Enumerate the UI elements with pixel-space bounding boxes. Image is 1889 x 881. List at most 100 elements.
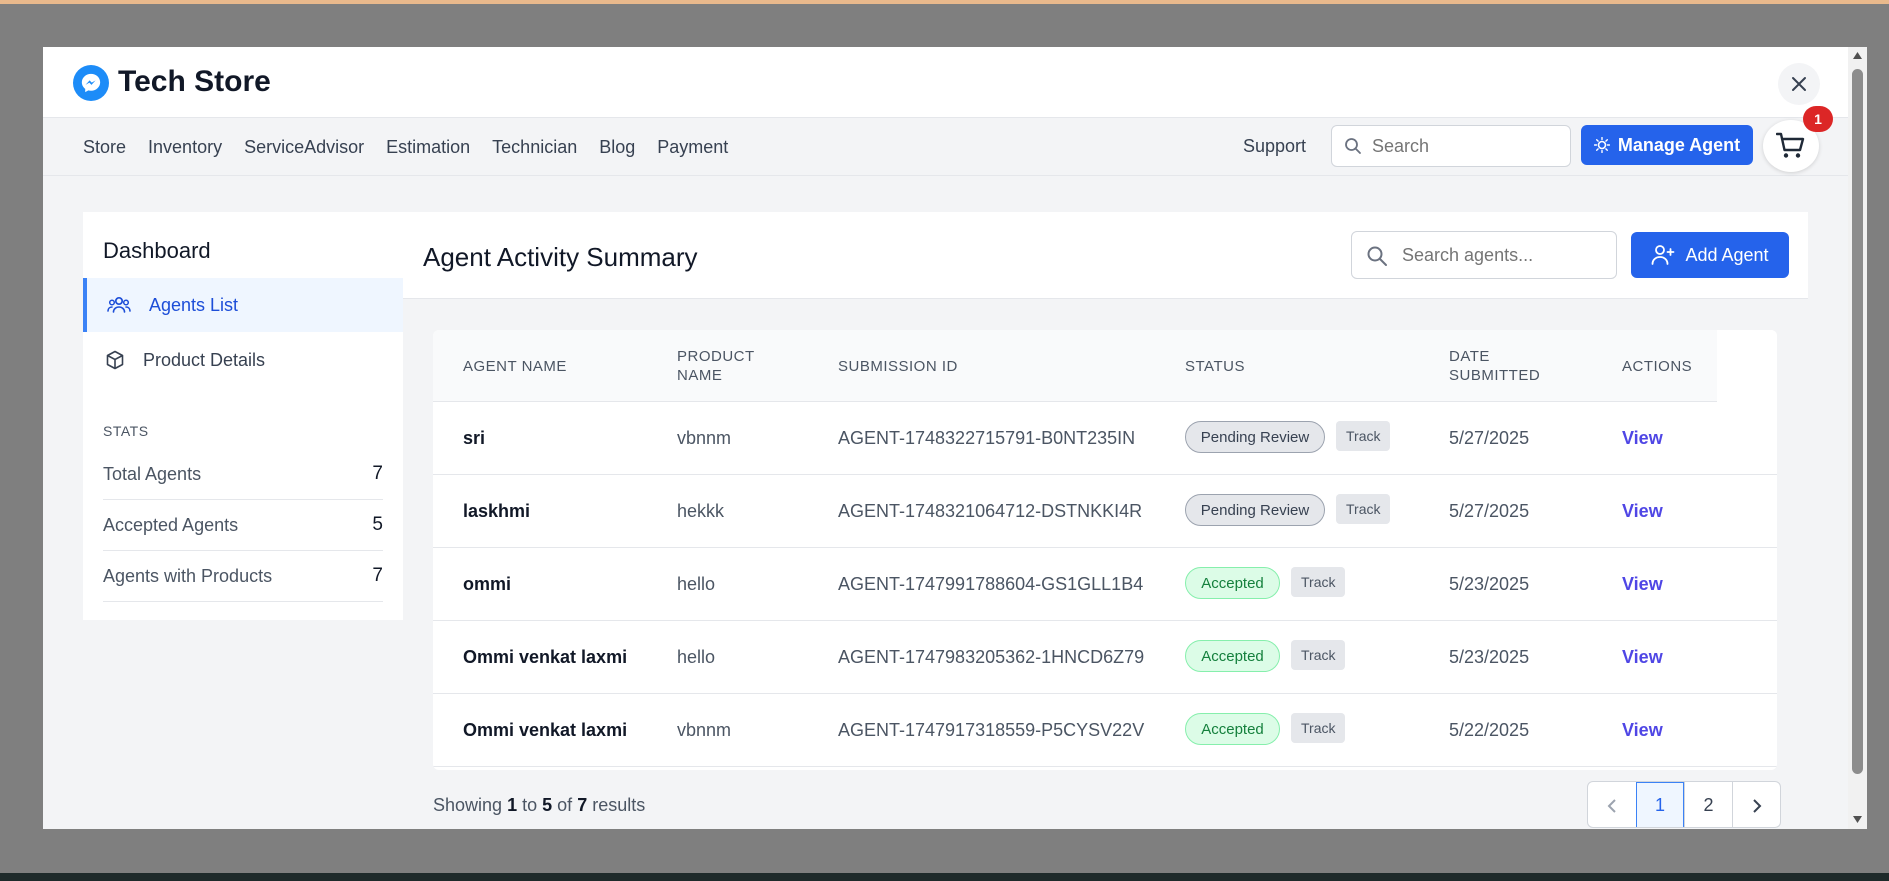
col-submission-id: SUBMISSION ID	[838, 358, 958, 375]
agent-name-cell: ommi	[463, 574, 512, 594]
date-submitted-cell: 5/27/2025	[1449, 501, 1530, 521]
agents-table: AGENT NAME PRODUCT NAME SUBMISSION ID STA…	[433, 330, 1777, 770]
date-submitted-cell: 5/22/2025	[1449, 720, 1530, 740]
submission-id-cell: AGENT-1747983205362-1HNCD6Z79	[838, 647, 1145, 667]
agent-name-cell: Ommi venkat laxmi	[463, 647, 628, 667]
scroll-down-icon	[1853, 816, 1862, 823]
stat-label: Agents with Products	[103, 565, 273, 586]
col-actions: ACTIONS	[1622, 358, 1693, 375]
nav-links: Store Inventory ServiceAdvisor Estimatio…	[83, 119, 728, 176]
track-button[interactable]: Track	[1291, 640, 1346, 670]
col-status: STATUS	[1185, 358, 1245, 375]
track-button[interactable]: Track	[1336, 494, 1391, 524]
sidebar: Dashboard Agents List Product Details ST…	[83, 212, 403, 620]
agent-name-cell: laskhmi	[463, 501, 531, 521]
messenger-logo-icon	[73, 65, 109, 101]
nav-link-support[interactable]: Support	[1243, 136, 1306, 157]
date-submitted-cell: 5/27/2025	[1449, 428, 1530, 448]
view-link[interactable]: View	[1622, 720, 1663, 741]
pagination: 1 2	[1587, 781, 1781, 828]
submission-id-cell: AGENT-1747991788604-GS1GLL1B4	[838, 574, 1144, 594]
stat-value: 5	[372, 514, 383, 535]
track-button[interactable]: Track	[1291, 713, 1346, 743]
main-header: Agent Activity Summary Add Agent	[403, 212, 1808, 299]
status-badge: Pending Review	[1185, 421, 1325, 453]
manage-agent-label: Manage Agent	[1617, 134, 1741, 155]
stat-value: 7	[372, 463, 383, 484]
nav-link-blog[interactable]: Blog	[599, 137, 635, 158]
table-row: laskhmi hekkk AGENT-1748321064712-DSTNKKI4…	[433, 475, 1777, 548]
nav-link-estimation[interactable]: Estimation	[386, 137, 470, 158]
stat-total-agents: Total Agents 7	[103, 449, 383, 500]
date-submitted-cell: 5/23/2025	[1449, 647, 1530, 667]
stats-heading: STATS	[103, 423, 149, 439]
modal-header: Tech Store	[43, 47, 1848, 118]
status-badge: Accepted	[1185, 713, 1280, 745]
chevron-left-icon	[1607, 798, 1616, 813]
store-modal: Tech Store Store Inventory ServiceAdviso…	[43, 47, 1867, 829]
next-page-button[interactable]	[1732, 782, 1780, 827]
stat-label: Total Agents	[103, 463, 202, 484]
modal-scrollbar[interactable]	[1848, 47, 1867, 829]
stat-label: Accepted Agents	[103, 514, 239, 535]
stat-accepted-agents: Accepted Agents 5	[103, 500, 383, 551]
page-button-2[interactable]: 2	[1684, 782, 1732, 827]
cart-icon	[1776, 132, 1805, 158]
users-icon	[107, 295, 131, 315]
table-row: Ommi venkat laxmi hello AGENT-174798320536…	[433, 621, 1777, 694]
nav-link-payment[interactable]: Payment	[657, 137, 728, 158]
status-badge: Pending Review	[1185, 494, 1325, 526]
app-title: Tech Store	[118, 65, 271, 98]
manage-agent-button[interactable]: Manage Agent	[1581, 125, 1753, 165]
agent-search-box[interactable]	[1351, 231, 1617, 279]
sidebar-item-agents-list[interactable]: Agents List	[83, 278, 403, 332]
sun-icon	[1593, 137, 1610, 153]
col-product-name: PRODUCT NAME	[677, 348, 755, 384]
submission-id-cell: AGENT-1748321064712-DSTNKKI4R	[838, 501, 1143, 521]
status-badge: Accepted	[1185, 567, 1280, 599]
product-name-cell: hello	[677, 574, 716, 594]
col-date-submitted: DATE SUBMITTED	[1449, 348, 1541, 384]
submission-id-cell: AGENT-1747917318559-P5CYSV22V	[838, 720, 1145, 740]
taskbar-strip	[0, 873, 1889, 881]
page-title: Agent Activity Summary	[423, 242, 698, 272]
view-link[interactable]: View	[1622, 574, 1663, 595]
stat-agents-with-products: Agents with Products 7	[103, 551, 383, 602]
agent-search-input[interactable]	[1402, 245, 1602, 266]
date-submitted-cell: 5/23/2025	[1449, 574, 1530, 594]
view-link[interactable]: View	[1622, 501, 1663, 522]
chevron-right-icon	[1752, 798, 1761, 813]
table-header: AGENT NAME PRODUCT NAME SUBMISSION ID STA…	[433, 330, 1777, 402]
nav-link-serviceadvisor[interactable]: ServiceAdvisor	[244, 137, 364, 158]
nav-search-input[interactable]	[1372, 136, 1562, 157]
results-summary: Showing 1 to 5 of 7 results	[433, 795, 646, 815]
close-button[interactable]	[1778, 63, 1820, 105]
sidebar-item-label: Agents List	[149, 294, 239, 315]
agent-name-cell: sri	[463, 428, 486, 448]
status-badge: Accepted	[1185, 640, 1280, 672]
search-icon	[1366, 245, 1388, 272]
track-button[interactable]: Track	[1291, 567, 1346, 597]
user-plus-icon	[1652, 245, 1675, 265]
box-icon	[105, 350, 125, 370]
scroll-up-icon	[1853, 52, 1862, 59]
stat-value: 7	[372, 565, 383, 586]
browser-top-strip	[0, 0, 1889, 4]
view-link[interactable]: View	[1622, 428, 1663, 449]
nav-search-box[interactable]	[1331, 125, 1571, 167]
nav-link-technician[interactable]: Technician	[492, 137, 577, 158]
sidebar-item-label: Product Details	[143, 349, 266, 370]
sidebar-item-product-details[interactable]: Product Details	[83, 333, 403, 387]
page-button-1[interactable]: 1	[1636, 782, 1684, 827]
scrollbar-thumb[interactable]	[1852, 69, 1863, 774]
search-icon	[1344, 137, 1362, 160]
product-name-cell: vbnnm	[677, 428, 732, 448]
view-link[interactable]: View	[1622, 647, 1663, 668]
product-name-cell: hello	[677, 647, 716, 667]
prev-page-button[interactable]	[1588, 782, 1636, 827]
agent-name-cell: Ommi venkat laxmi	[463, 720, 628, 740]
add-agent-button[interactable]: Add Agent	[1631, 232, 1789, 278]
nav-link-store[interactable]: Store	[83, 137, 126, 158]
track-button[interactable]: Track	[1336, 421, 1391, 451]
nav-link-inventory[interactable]: Inventory	[148, 137, 222, 158]
